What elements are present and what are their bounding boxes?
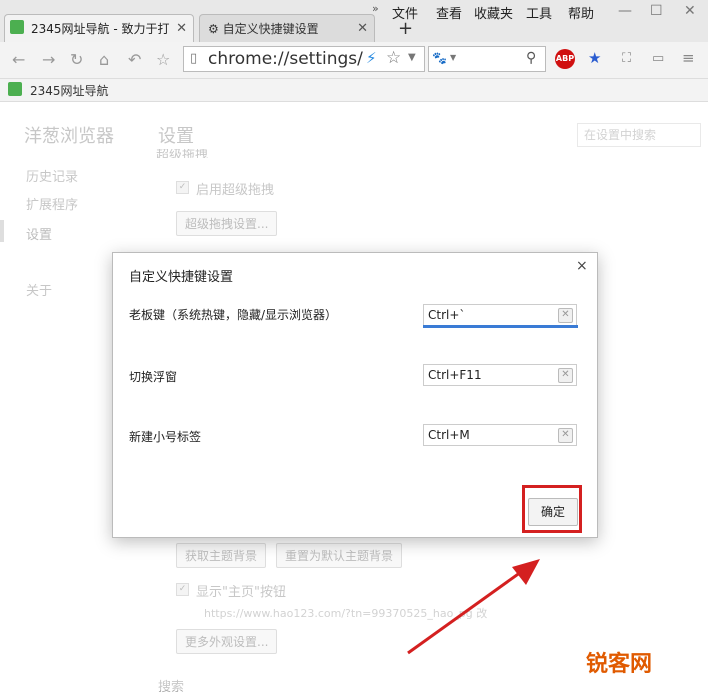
- bookmark-star-icon[interactable]: ☆: [386, 48, 401, 68]
- chevron-down-icon[interactable]: ▼: [408, 52, 416, 63]
- menu-help[interactable]: 帮助: [568, 3, 594, 22]
- clear-icon[interactable]: ✕: [558, 368, 573, 383]
- chevron-down-icon[interactable]: ▼: [450, 53, 456, 62]
- dialog-close-icon[interactable]: ×: [576, 258, 588, 274]
- minimize-icon[interactable]: —: [618, 3, 632, 19]
- menu-view[interactable]: 查看: [436, 3, 462, 22]
- forward-icon[interactable]: →: [42, 50, 55, 69]
- undo-icon[interactable]: ↶: [128, 50, 141, 69]
- gear-icon: ⚙: [208, 22, 219, 36]
- watermark: 锐客网: [586, 652, 653, 677]
- clear-icon[interactable]: ✕: [558, 308, 573, 323]
- menu-icon[interactable]: ≡: [682, 49, 695, 67]
- tab-shortcut-settings[interactable]: ⚙ 自定义快捷键设置 ✕: [199, 14, 375, 42]
- menu-favorites[interactable]: 收藏夹: [474, 3, 513, 22]
- toggle-float-label: 切换浮窗: [129, 370, 178, 384]
- boss-key-label: 老板键（系统热键，隐藏/显示浏览器）: [129, 308, 338, 322]
- window-icon[interactable]: ▭: [652, 51, 664, 66]
- toggle-float-value: Ctrl+F11: [428, 368, 482, 382]
- home-icon[interactable]: ⌂: [99, 50, 109, 69]
- menu-file[interactable]: 文件: [392, 3, 418, 22]
- house-icon: [10, 20, 24, 34]
- boss-key-input[interactable]: Ctrl+` ✕: [423, 304, 577, 326]
- close-window-icon[interactable]: ✕: [684, 3, 696, 19]
- search-icon[interactable]: ⚲: [526, 50, 536, 66]
- tab-close-icon[interactable]: ✕: [357, 15, 368, 43]
- new-alt-tab-input[interactable]: Ctrl+M ✕: [423, 424, 577, 446]
- new-alt-tab-label: 新建小号标签: [129, 430, 202, 444]
- tab-label: 自定义快捷键设置: [222, 22, 319, 36]
- tab-close-icon[interactable]: ✕: [176, 15, 187, 43]
- favorites-icon[interactable]: ★: [588, 49, 601, 67]
- abp-icon[interactable]: ABP: [555, 49, 575, 69]
- address-text[interactable]: chrome://settings/ac: [208, 49, 363, 69]
- overflow-chevron-icon[interactable]: »: [372, 2, 379, 15]
- tab-2345[interactable]: 2345网址导航 - 致力于打 ✕: [4, 14, 194, 42]
- page-icon: ▯: [190, 51, 198, 66]
- boss-key-value: Ctrl+`: [428, 308, 466, 322]
- clear-icon[interactable]: ✕: [558, 428, 573, 443]
- reload-icon[interactable]: ↻: [70, 50, 83, 69]
- new-alt-tab-value: Ctrl+M: [428, 428, 470, 442]
- maximize-icon[interactable]: ☐: [650, 3, 663, 19]
- highlight-box: [522, 485, 582, 533]
- fullscreen-icon[interactable]: ⛶: [622, 51, 631, 66]
- arrow-annotation: [407, 559, 540, 655]
- focus-underline: [423, 325, 578, 328]
- house-icon: [8, 82, 22, 96]
- toggle-float-input[interactable]: Ctrl+F11 ✕: [423, 364, 577, 386]
- back-icon[interactable]: ←: [12, 50, 25, 69]
- arrow-head: [512, 559, 540, 585]
- star-icon[interactable]: ☆: [156, 50, 170, 69]
- arrow-line: [407, 565, 529, 655]
- lightning-icon[interactable]: ⚡: [366, 49, 377, 67]
- bookmark-item[interactable]: 2345网址导航: [30, 82, 109, 99]
- dialog-title: 自定义快捷键设置: [129, 270, 234, 285]
- menu-tools[interactable]: 工具: [526, 3, 552, 22]
- paw-icon[interactable]: 🐾: [432, 51, 447, 65]
- tab-label: 2345网址导航 - 致力于打: [31, 22, 170, 36]
